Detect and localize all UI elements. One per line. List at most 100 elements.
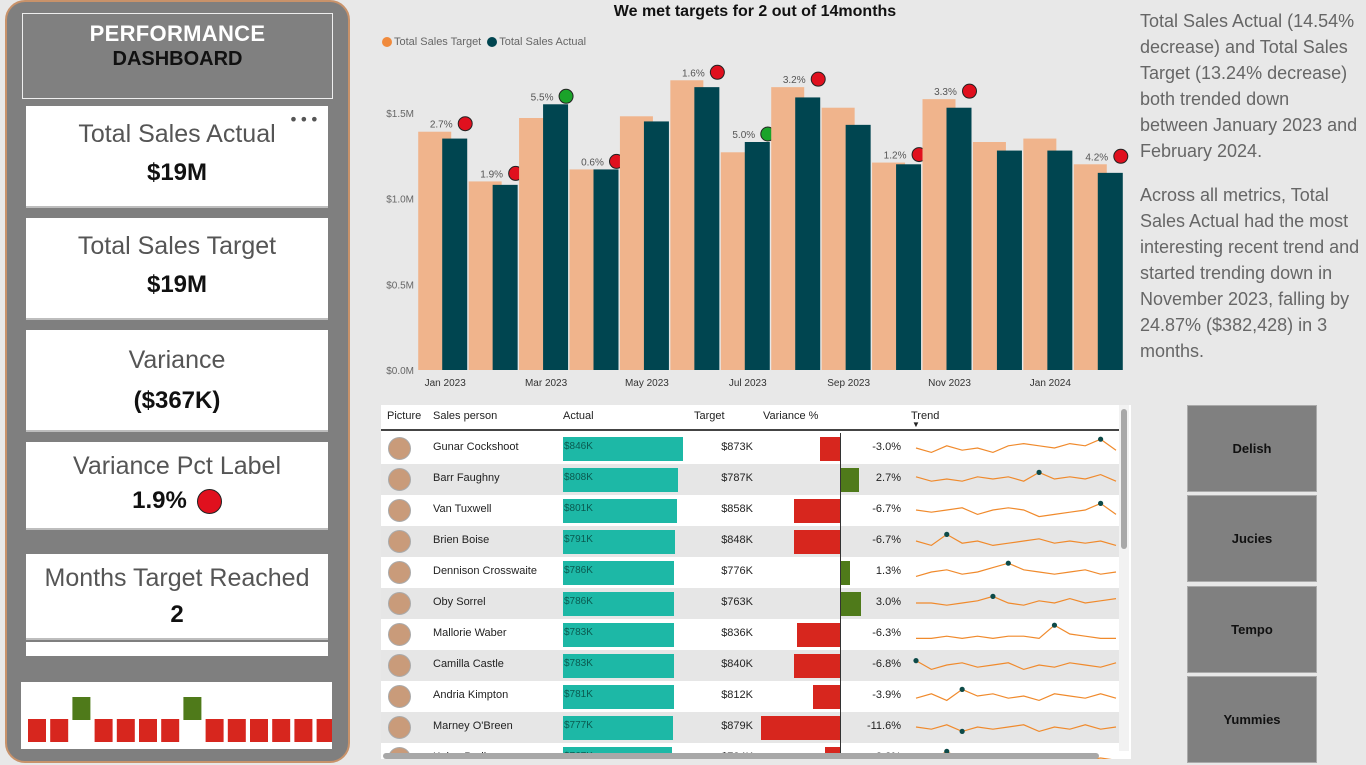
avatar	[388, 437, 411, 460]
legend-item-actual[interactable]: Total Sales Actual	[487, 36, 586, 48]
bar-actual[interactable]	[946, 107, 972, 370]
kpi-total-sales-actual[interactable]: ••• Total Sales Actual $19M	[26, 106, 328, 208]
avatar	[388, 716, 411, 739]
trend-peak-marker	[1098, 500, 1104, 506]
table-row[interactable]: Van Tuxwell $801K $858K -6.7%	[381, 495, 1121, 526]
table-row[interactable]: Brien Boise $791K $848K -6.7%	[381, 526, 1121, 557]
chart-legend: Total Sales Target Total Sales Actual	[382, 36, 586, 48]
sales-person-name: Brien Boise	[433, 534, 490, 546]
variance-pct: -6.7%	[872, 534, 901, 546]
target-value: $787K	[721, 472, 753, 484]
x-tick-label: Jan 2023	[425, 378, 467, 389]
sales-person-name: Barr Faughny	[433, 472, 500, 484]
col-header-picture[interactable]: Picture	[387, 410, 421, 422]
chart-title: We met targets for 2 out of 14months	[613, 3, 897, 20]
bar-actual[interactable]	[1097, 172, 1123, 370]
trend-peak-marker	[959, 728, 965, 734]
avatar	[388, 623, 411, 646]
ellipsis-icon[interactable]: •••	[284, 110, 324, 129]
kpi-value: 1.9%	[26, 487, 328, 515]
bar-actual[interactable]	[795, 97, 821, 370]
slicer-delish[interactable]: Delish	[1187, 405, 1317, 492]
actual-value: $777K	[564, 720, 593, 731]
table-row[interactable]: Camilla Castle $783K $840K -6.8%	[381, 650, 1121, 681]
scrollbar-thumb[interactable]	[1121, 409, 1127, 549]
col-header-actual[interactable]: Actual	[563, 410, 594, 422]
trend-sparkline	[916, 622, 1116, 640]
slicer-yummies[interactable]: Yummies	[1187, 676, 1317, 763]
horizontal-scrollbar[interactable]	[381, 752, 1101, 760]
variance-data-label: 1.2%	[884, 151, 907, 162]
bar-actual[interactable]	[744, 142, 770, 370]
variance-data-label: 5.0%	[732, 130, 755, 141]
y-tick-label: $1.5M	[386, 109, 414, 120]
kpi-value: ($367K)	[133, 387, 221, 414]
kpi-value: 2	[170, 601, 184, 628]
col-header-target[interactable]: Target	[694, 410, 725, 422]
col-header-variance[interactable]: Variance %	[763, 410, 818, 422]
variance-pct: 1.3%	[875, 565, 901, 577]
table-row[interactable]: Marney O'Breen $777K $879K -11.6%	[381, 712, 1121, 743]
bar-actual[interactable]	[1047, 150, 1073, 370]
trend-peak-marker	[1051, 622, 1058, 628]
actual-value: $781K	[564, 689, 593, 700]
status-red-icon	[962, 83, 977, 99]
month-missed-block	[205, 719, 224, 742]
variance-axis-line	[840, 433, 841, 759]
status-red-icon	[457, 116, 473, 132]
sort-desc-icon[interactable]: ▼	[912, 420, 920, 429]
kpi-label: Variance	[128, 346, 226, 374]
legend-item-target[interactable]: Total Sales Target	[382, 36, 481, 48]
bar-actual[interactable]	[492, 184, 518, 370]
variance-data-label: 1.9%	[480, 169, 503, 180]
table-row[interactable]: Gunar Cockshoot $846K $873K -3.0%	[381, 433, 1121, 464]
trend-peak-marker	[913, 658, 919, 664]
dashboard-title: PERFORMANCE DASHBOARD	[22, 13, 333, 99]
bar-actual[interactable]	[845, 124, 871, 370]
bar-actual[interactable]	[593, 169, 619, 370]
month-missed-block	[139, 719, 157, 742]
trend-sparkline	[915, 469, 1117, 482]
variance-bar	[793, 654, 840, 678]
target-value: $812K	[721, 689, 753, 701]
kpi-variance-pct: Variance Pct Label 1.9%	[26, 442, 328, 530]
sales-person-table: Picture Sales person Actual Target Varia…	[381, 405, 1131, 759]
kpi-variance: Variance ($367K)	[26, 330, 328, 432]
bar-actual[interactable]	[442, 138, 468, 370]
table-row[interactable]: Andria Kimpton $781K $812K -3.9%	[381, 681, 1121, 712]
table-row[interactable]: Dennison Crosswaite $786K $776K 1.3%	[381, 557, 1121, 588]
status-red-icon	[196, 488, 222, 514]
variance-pct: 3.0%	[875, 596, 901, 608]
bar-actual[interactable]	[694, 87, 720, 370]
sales-person-name: Camilla Castle	[433, 658, 504, 670]
slicer-tempo[interactable]: Tempo	[1187, 586, 1317, 673]
kpi-total-sales-target: Total Sales Target $19M	[26, 218, 328, 320]
actual-value: $808K	[564, 472, 593, 483]
table-row[interactable]: Oby Sorrel $786K $763K 3.0%	[381, 588, 1121, 619]
trend-peak-marker	[944, 531, 950, 537]
bar-actual[interactable]	[543, 104, 569, 371]
month-missed-block	[294, 719, 313, 742]
bar-actual[interactable]	[643, 121, 669, 370]
avatar	[388, 592, 411, 615]
table-row[interactable]: Barr Faughny $808K $787K 2.7%	[381, 464, 1121, 495]
table-row[interactable]: Mallorie Waber $783K $836K -6.3%	[381, 619, 1121, 650]
actual-value: $786K	[564, 565, 593, 576]
target-value: $836K	[721, 627, 753, 639]
status-green-icon	[558, 88, 574, 104]
slicer-jucies[interactable]: Jucies	[1187, 495, 1317, 582]
trend-sparkline	[915, 500, 1117, 518]
scrollbar-thumb[interactable]	[383, 753, 1099, 759]
table-header: Picture Sales person Actual Target Varia…	[381, 405, 1121, 431]
bar-actual[interactable]	[996, 150, 1022, 370]
variance-bar	[797, 623, 840, 647]
vertical-scrollbar[interactable]	[1119, 405, 1129, 751]
actual-value: $783K	[564, 658, 593, 669]
variance-data-label: 5.5%	[531, 92, 554, 103]
col-header-sales-person[interactable]: Sales person	[433, 410, 497, 422]
month-missed-block	[28, 719, 46, 742]
variance-pct: -3.0%	[872, 441, 901, 453]
month-missed-block	[316, 719, 332, 742]
variance-bar	[794, 530, 840, 554]
bar-actual[interactable]	[896, 164, 922, 370]
